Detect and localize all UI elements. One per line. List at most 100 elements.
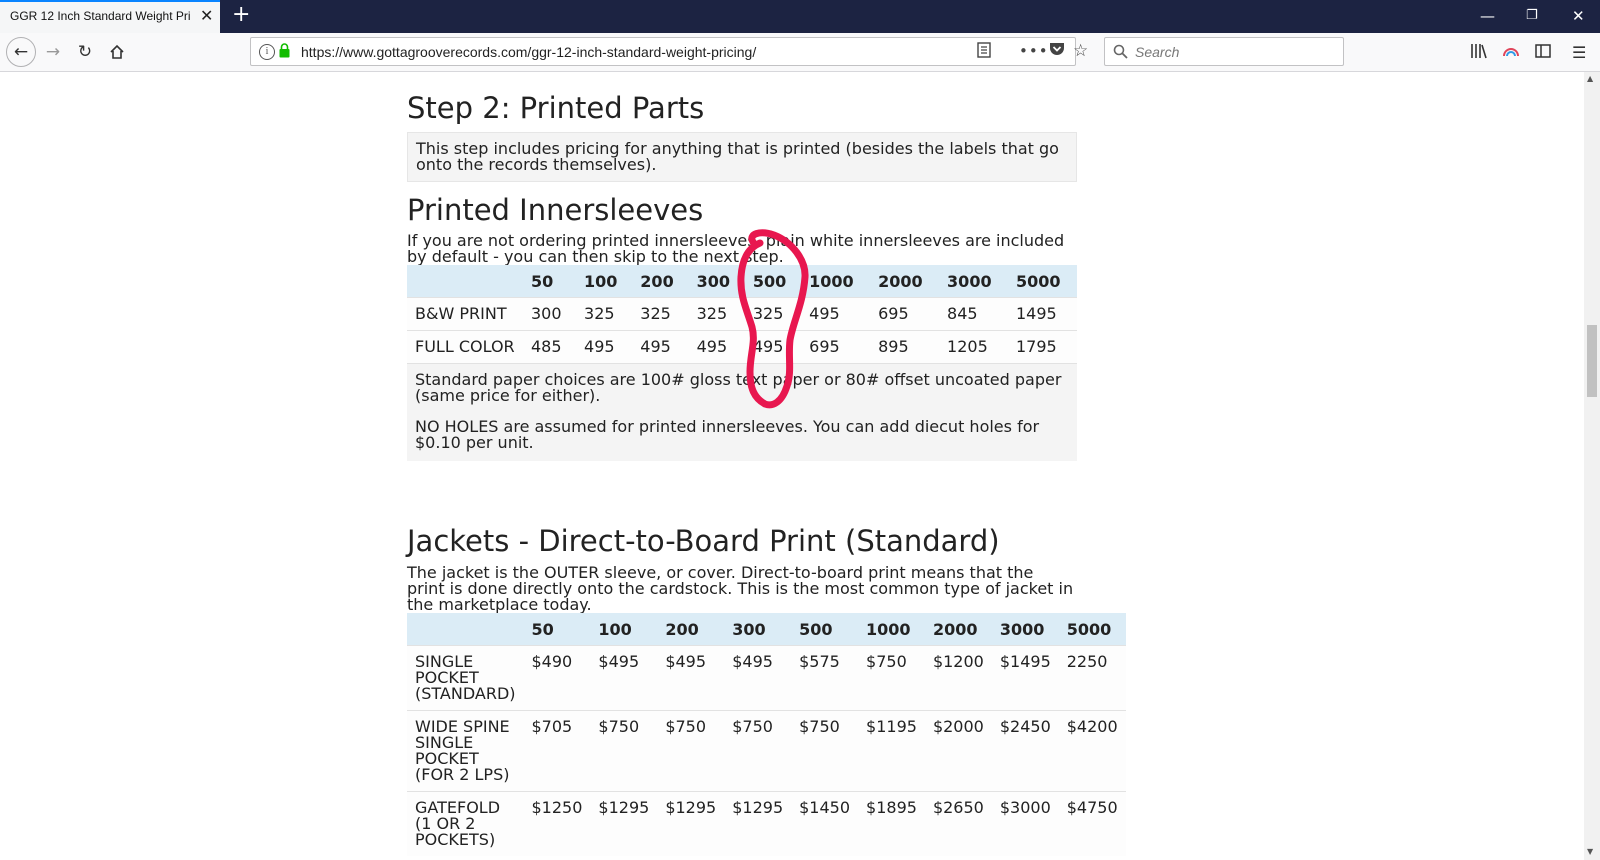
reader-view-icon[interactable] <box>977 42 991 62</box>
price-cell: $4750 <box>1058 791 1126 856</box>
price-cell: $495 <box>657 645 725 711</box>
table-row: SINGLE POCKET (STANDARD) $490 $495 $495 $495… <box>407 645 1126 711</box>
table-row: FULL COLOR 485 495 495 495 495 695 895 1205 1795 <box>407 330 1077 364</box>
column-header-qty-200: 200 <box>657 613 725 646</box>
close-tab-icon[interactable]: ✕ <box>200 8 213 24</box>
sidebar-toggle-icon[interactable] <box>1535 43 1551 62</box>
price-cell: $1295 <box>657 791 725 856</box>
column-header-qty-100: 100 <box>590 613 658 646</box>
url-text[interactable]: https://www.gottagrooverecords.com/ggr-1… <box>301 44 756 60</box>
column-header-qty-2000: 2000 <box>924 613 992 646</box>
forward-arrow-icon[interactable]: → <box>38 37 68 67</box>
table-note-cell: Standard paper choices are 100# gloss te… <box>407 363 1077 461</box>
price-cell: 300 <box>523 297 577 331</box>
scroll-down-arrow-icon[interactable]: ▼ <box>1587 847 1593 856</box>
table-row: WIDE SPINE SINGLE POCKET (FOR 2 LPS) $705… <box>407 710 1126 792</box>
price-cell: $3000 <box>991 791 1059 856</box>
jackets-heading: Jackets - Direct-to-Board Print (Standar… <box>407 524 1000 558</box>
price-cell: 325 <box>632 297 689 331</box>
site-info-icon[interactable]: i <box>259 44 275 60</box>
price-cell: $2000 <box>924 710 992 792</box>
table-row: B&W PRINT 300 325 325 325 325 495 695 845 1495 <box>407 297 1077 331</box>
column-header-blank <box>407 613 524 646</box>
minimize-icon[interactable]: — <box>1480 7 1495 25</box>
column-header-qty-200: 200 <box>632 265 689 298</box>
price-cell: 695 <box>801 330 871 364</box>
column-header-qty-3000: 3000 <box>939 265 1008 298</box>
price-cell: 695 <box>870 297 940 331</box>
price-cell: $4200 <box>1058 710 1126 792</box>
jackets-price-table: 50 100 200 300 500 1000 2000 3000 5000 SINGLE PO… <box>407 613 1126 856</box>
price-cell: 1205 <box>939 330 1008 364</box>
price-cell: $750 <box>791 710 859 792</box>
price-cell: $750 <box>858 645 925 711</box>
table-header-row: 50 100 200 300 500 1000 2000 3000 5000 <box>407 613 1126 646</box>
table-note: Standard paper choices are 100# gloss te… <box>415 370 1062 405</box>
price-cell: 325 <box>688 297 745 331</box>
row-label: WIDE SPINE SINGLE POCKET (FOR 2 LPS) <box>407 710 524 792</box>
browser-tab[interactable]: GGR 12 Inch Standard Weight Pricing ✕ <box>0 0 220 33</box>
row-label: FULL COLOR <box>407 330 523 364</box>
tab-strip: GGR 12 Inch Standard Weight Pricing ✕ + … <box>0 0 1600 33</box>
price-cell: $1895 <box>858 791 925 856</box>
innersleeves-intro: If you are not ordering printed innersle… <box>407 231 1065 266</box>
tab-title: GGR 12 Inch Standard Weight Pricing <box>10 9 190 23</box>
url-bar[interactable]: i https://www.gottagrooverecords.com/ggr… <box>250 37 1088 66</box>
page-actions-icon[interactable]: ••• <box>1019 42 1049 60</box>
lock-icon <box>279 43 290 58</box>
column-header-qty-50: 50 <box>523 613 591 646</box>
window-close-icon[interactable]: ✕ <box>1572 7 1585 25</box>
price-cell: 325 <box>576 297 633 331</box>
scrollbar-thumb[interactable] <box>1587 325 1597 397</box>
price-cell: 1795 <box>1008 330 1077 364</box>
price-cell: 495 <box>744 330 802 364</box>
search-bar[interactable]: Search <box>1104 37 1344 66</box>
price-cell: 485 <box>523 330 577 364</box>
price-cell: 325 <box>744 297 802 331</box>
column-header-qty-5000: 5000 <box>1008 265 1077 298</box>
price-cell: $750 <box>590 710 658 792</box>
home-icon[interactable] <box>102 37 132 67</box>
price-cell: $750 <box>724 710 792 792</box>
price-cell: $1450 <box>791 791 859 856</box>
column-header-qty-500: 500 <box>744 265 802 298</box>
scroll-up-arrow-icon[interactable]: ▲ <box>1587 74 1593 83</box>
reload-icon[interactable]: ↻ <box>70 37 100 67</box>
sync-icon[interactable] <box>1502 43 1520 62</box>
price-cell: $575 <box>791 645 859 711</box>
column-header-qty-500: 500 <box>791 613 859 646</box>
column-header-qty-3000: 3000 <box>991 613 1059 646</box>
pocket-icon[interactable] <box>1049 42 1065 61</box>
price-cell: 495 <box>688 330 745 364</box>
price-cell: $1495 <box>991 645 1059 711</box>
column-header-qty-50: 50 <box>523 265 577 298</box>
back-arrow-icon[interactable]: ← <box>6 37 36 67</box>
step-intro-text: This step includes pricing for anything … <box>416 139 1059 174</box>
price-cell: $1250 <box>523 791 591 856</box>
row-label: GATEFOLD (1 OR 2 POCKETS) <box>407 791 524 856</box>
note-row: Standard paper choices are 100# gloss te… <box>407 363 1077 461</box>
price-cell: $1295 <box>590 791 658 856</box>
search-input[interactable]: Search <box>1135 44 1179 60</box>
price-cell: $1200 <box>924 645 992 711</box>
column-header-qty-5000: 5000 <box>1058 613 1126 646</box>
price-cell: 895 <box>870 330 940 364</box>
library-icon[interactable] <box>1470 43 1488 63</box>
price-cell: $2450 <box>991 710 1059 792</box>
jackets-intro: The jacket is the OUTER sleeve, or cover… <box>407 563 1074 614</box>
bookmark-star-icon[interactable]: ☆ <box>1073 41 1088 61</box>
column-header-qty-300: 300 <box>724 613 792 646</box>
price-cell: 495 <box>801 297 871 331</box>
price-cell: $495 <box>724 645 792 711</box>
price-cell: 495 <box>576 330 633 364</box>
row-label: SINGLE POCKET (STANDARD) <box>407 645 524 711</box>
table-note: NO HOLES are assumed for printed innersl… <box>415 417 1040 452</box>
innersleeves-heading: Printed Innersleeves <box>407 193 704 227</box>
menu-hamburger-icon[interactable]: ☰ <box>1572 43 1586 62</box>
vertical-scrollbar[interactable]: ▲ ▼ <box>1584 72 1600 860</box>
price-cell: $1195 <box>858 710 925 792</box>
new-tab-plus-icon[interactable]: + <box>232 3 250 27</box>
restore-icon[interactable]: ❐ <box>1526 7 1538 25</box>
column-header-qty-1000: 1000 <box>801 265 871 298</box>
column-header-qty-1000: 1000 <box>858 613 925 646</box>
